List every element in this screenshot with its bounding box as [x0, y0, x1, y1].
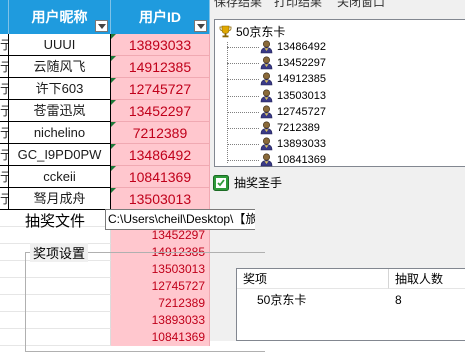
- print-result-button[interactable]: 打印结果: [274, 0, 322, 10]
- nickname-cell[interactable]: 驽月成舟: [9, 188, 111, 210]
- user-icon: [260, 56, 273, 70]
- column-nickname-header[interactable]: 用户昵称: [9, 0, 111, 34]
- userid-filter-dropdown-icon[interactable]: [194, 20, 207, 32]
- user-icon: [260, 40, 273, 54]
- winner-id: 13503013: [277, 89, 326, 102]
- prize-settings-group: [25, 252, 265, 352]
- number-as-text-indicator: [111, 34, 116, 39]
- row-col-a-cell[interactable]: 亍: [0, 34, 9, 56]
- nickname-cell[interactable]: GC_I9PD0PW: [9, 144, 111, 166]
- userid-cell[interactable]: 13452297: [111, 100, 210, 122]
- userid-cell[interactable]: 14912385: [111, 56, 210, 78]
- tree-branch-line: [227, 63, 259, 65]
- winner-id: 13452297: [277, 57, 326, 70]
- tree-branch-line: [227, 47, 259, 48]
- userid-cell[interactable]: 10841369: [111, 166, 210, 188]
- prize-row-count[interactable]: 8: [395, 291, 402, 309]
- prize-list[interactable]: 奖项 抽取人数 50京东卡 8: [236, 268, 465, 341]
- user-icon: [260, 121, 273, 135]
- row-col-a-cell[interactable]: 亍: [0, 100, 9, 122]
- trophy-icon: [219, 25, 232, 38]
- userid-cell[interactable]: 7212389: [111, 122, 210, 144]
- winner-id: 13893033: [277, 138, 326, 151]
- app-icon: [213, 175, 229, 191]
- column-userid-header[interactable]: 用户ID: [111, 0, 210, 34]
- row-col-a-cell[interactable]: 亍: [0, 78, 9, 100]
- nickname-filter-dropdown-icon[interactable]: [95, 20, 108, 32]
- nickname-cell[interactable]: cckeii: [9, 166, 111, 188]
- tree-branch-line: [227, 144, 259, 146]
- file-path-input[interactable]: C:\Users\cheil\Desktop\【旅行: [105, 209, 255, 230]
- count-column-header[interactable]: 抽取人数: [389, 269, 465, 289]
- nickname-cell[interactable]: 云随风飞: [9, 56, 111, 78]
- row-col-a-cell[interactable]: 亍: [0, 122, 9, 144]
- tree-branch-line: [227, 111, 259, 113]
- tree-branch-line: [227, 95, 259, 97]
- user-icon: [260, 137, 273, 151]
- tree-branch-line: [227, 128, 259, 129]
- winner-id: 14912385: [277, 73, 326, 86]
- userid-cell[interactable]: 12745727: [111, 78, 210, 100]
- winner-id: 13486492: [277, 41, 326, 53]
- user-icon: [260, 72, 273, 86]
- user-icon: [260, 89, 273, 103]
- nickname-cell[interactable]: 苍雷迅岚: [9, 100, 111, 122]
- number-as-text-indicator: [111, 78, 116, 83]
- number-as-text-indicator: [111, 56, 116, 61]
- tree-branch-line: [227, 79, 259, 81]
- user-icon: [260, 105, 273, 119]
- prize-settings-title: 奖项设置: [30, 243, 89, 262]
- prize-column-header[interactable]: 奖项: [237, 269, 389, 289]
- userid-cell[interactable]: 13503013: [111, 188, 210, 210]
- file-label: 抽奖文件: [25, 213, 86, 230]
- column-a-header[interactable]: [0, 0, 9, 34]
- close-window-button[interactable]: 关闭窗口: [337, 0, 385, 10]
- number-as-text-indicator: [111, 166, 116, 171]
- user-icon: [260, 153, 273, 167]
- tree-branch-line: [227, 160, 259, 162]
- userid-cell[interactable]: 13486492: [111, 144, 210, 166]
- prize-row-name[interactable]: 50京东卡: [257, 291, 306, 309]
- save-result-button[interactable]: 保存结果: [214, 0, 262, 10]
- nickname-cell[interactable]: nichelino: [9, 122, 111, 144]
- userid-cell[interactable]: 13893033: [111, 34, 210, 56]
- number-as-text-indicator: [111, 144, 116, 149]
- tree-root-label: 50京东卡: [236, 25, 286, 39]
- nickname-cell[interactable]: UUUI: [9, 34, 111, 56]
- result-toolbar: 保存结果 打印结果 关闭窗口: [210, 0, 465, 14]
- row-col-a-cell[interactable]: 亍: [0, 144, 9, 166]
- winner-id: 10841369: [277, 154, 326, 167]
- winner-id: 12745727: [277, 105, 326, 118]
- row-col-a-cell[interactable]: 亍: [0, 56, 9, 78]
- winner-id: 7212389: [277, 122, 320, 134]
- app-title-bar: 抽奖圣手: [210, 173, 465, 193]
- number-as-text-indicator: [111, 188, 116, 193]
- result-tree[interactable]: 50京东卡 13486492 13452297 14912385 13503013 12…: [214, 19, 465, 167]
- app-title: 抽奖圣手: [234, 176, 283, 190]
- nickname-cell[interactable]: 许下603: [9, 78, 111, 100]
- number-as-text-indicator: [111, 122, 116, 127]
- row-col-a-cell[interactable]: 亍: [0, 188, 9, 210]
- row-col-a-cell[interactable]: 亍: [0, 166, 9, 188]
- number-as-text-indicator: [111, 100, 116, 105]
